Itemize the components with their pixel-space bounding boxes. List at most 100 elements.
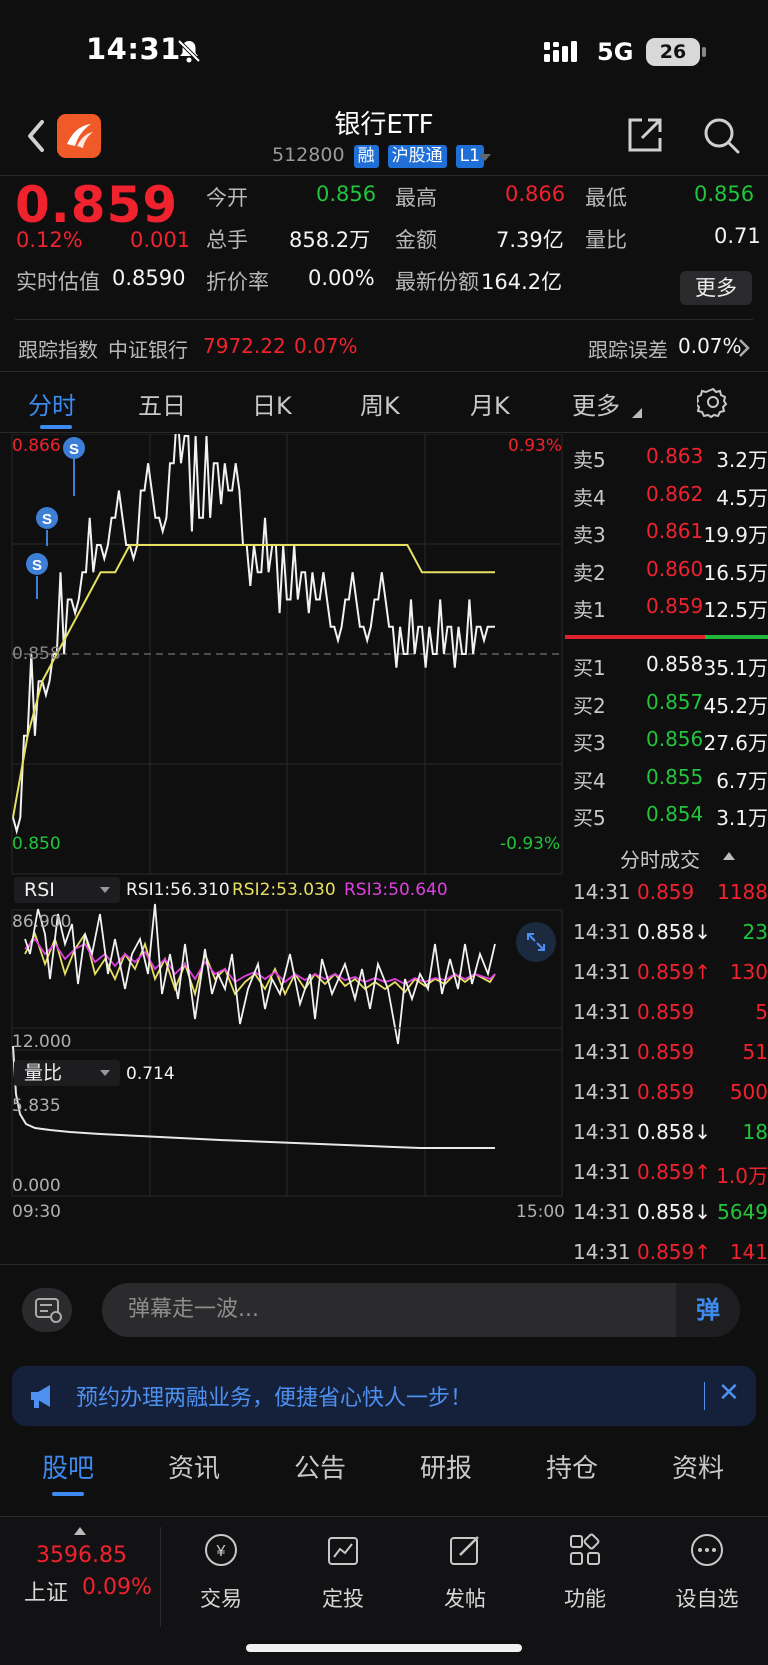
level-volume: 3.2万 [716, 448, 768, 472]
ticks-title[interactable]: 分时成交 [620, 844, 700, 873]
vr-axis-max: 5.835 [12, 1096, 61, 1116]
chevron-down-icon[interactable] [479, 154, 491, 161]
order-book-row[interactable]: 卖5 0.863 3.2万 [573, 444, 768, 480]
tick-row: 14:31 0.858↓ 23 [573, 920, 768, 956]
trade-button[interactable]: ¥ 交易 [176, 1531, 266, 1613]
tick-row: 14:31 0.859 5 [573, 1000, 768, 1036]
amount-value: 7.39亿 [496, 228, 564, 252]
order-book-row[interactable]: 买2 0.857 45.2万 [573, 690, 768, 726]
high-value: 0.866 [505, 182, 566, 206]
banner-divider [704, 1382, 705, 1410]
tab-profile[interactable]: 资料 [672, 1448, 724, 1485]
order-book-row[interactable]: 买4 0.855 6.7万 [573, 765, 768, 801]
order-book-row[interactable]: 卖3 0.861 19.9万 [573, 519, 768, 555]
grid-icon [570, 1533, 600, 1565]
tick-row: 14:31 0.859 51 [573, 1040, 768, 1076]
svg-text:S: S [42, 511, 52, 528]
tab-five-day[interactable]: 五日 [138, 386, 186, 421]
rsi-axis-max: 86.900 [12, 912, 72, 932]
close-icon[interactable]: ✕ [718, 1378, 740, 1408]
level-price: 0.859 [646, 594, 704, 619]
tick-price: 0.859↑ [637, 1240, 712, 1264]
level-label: 买2 [573, 693, 606, 718]
tick-volume: 1.0万 [716, 1164, 768, 1188]
ratio-value: 0.71 [714, 224, 761, 248]
tag-margin: 融 [353, 145, 379, 168]
vr-axis-min: 0.000 [12, 1176, 61, 1196]
sell-marker-icon: S [63, 437, 85, 496]
functions-button[interactable]: 功能 [540, 1531, 630, 1613]
change-pct: 0.12% [16, 228, 83, 252]
level-label: 卖5 [573, 448, 606, 472]
axis-price-low: 0.850 [12, 834, 61, 854]
tick-time: 14:31 [573, 1040, 631, 1064]
low-label: 最低 [585, 186, 627, 210]
home-indicator[interactable] [246, 1644, 522, 1652]
level-price: 0.857 [646, 689, 704, 714]
volume-ratio-selector[interactable]: 量比 [14, 1060, 120, 1086]
intraday-chart[interactable]: S S S 0.866 0.93% 0.858 0.850 -0.93% RSI… [0, 434, 565, 1264]
search-icon[interactable] [700, 114, 742, 156]
tab-research[interactable]: 研报 [420, 1448, 472, 1485]
auto-invest-button[interactable]: 定投 [298, 1531, 388, 1613]
share-icon[interactable] [624, 114, 666, 156]
post-button[interactable]: 发帖 [420, 1531, 510, 1613]
volume-label: 总手 [206, 228, 248, 252]
tab-notices[interactable]: 公告 [294, 1448, 346, 1485]
tab-holdings[interactable]: 持仓 [546, 1448, 598, 1485]
chevron-right-icon[interactable] [738, 338, 750, 358]
tab-monthly-k[interactable]: 月K [470, 386, 510, 421]
megaphone-icon [31, 1385, 50, 1408]
tick-volume: 130 [729, 960, 768, 984]
level-label: 卖2 [573, 560, 606, 585]
tick-volume: 5 [755, 1000, 768, 1024]
tick-price: 0.859 [637, 1000, 695, 1024]
tab-intraday[interactable]: 分时 [28, 386, 76, 421]
order-book-row[interactable]: 买1 0.858 35.1万 [573, 652, 768, 688]
tick-volume: 18 [742, 1120, 768, 1144]
tab-daily-k[interactable]: 日K [252, 386, 292, 421]
rsi3-value: RSI3:50.640 [344, 880, 448, 900]
level-volume: 45.2万 [703, 693, 768, 718]
level-label: 买5 [573, 806, 606, 831]
gear-icon[interactable] [697, 386, 729, 418]
order-book-row[interactable]: 买3 0.856 27.6万 [573, 727, 768, 763]
tab-news[interactable]: 资讯 [168, 1448, 220, 1485]
track-label: 跟踪指数 [18, 338, 98, 362]
bottom-toolbar: 3596.85 上证 0.09% ¥ 交易 定投 发帖 功能 设自选 [0, 1516, 768, 1665]
track-index-name[interactable]: 中证银行 [108, 334, 188, 363]
comment-input[interactable]: 弹幕走一波... [102, 1283, 740, 1337]
index-name[interactable]: 上证 [24, 1575, 68, 1607]
svg-text:¥: ¥ [216, 1543, 226, 1560]
add-watchlist-button[interactable]: 设自选 [662, 1531, 752, 1613]
track-index-pct: 0.07% [294, 334, 358, 358]
rsi1-value: RSI1:56.310 [126, 880, 230, 900]
danmaku-send-button[interactable]: 弹 [676, 1283, 740, 1337]
expand-icon[interactable] [516, 922, 556, 962]
amount-label: 金额 [395, 228, 437, 252]
price-line [12, 434, 495, 835]
time-end: 15:00 [516, 1202, 565, 1222]
danmaku-settings-icon[interactable] [22, 1288, 72, 1332]
promo-banner[interactable]: 预约办理两融业务，便捷省心快人一步！ ✕ [12, 1366, 756, 1426]
order-book-row[interactable]: 卖2 0.860 16.5万 [573, 557, 768, 593]
tab-more[interactable]: 更多 [572, 386, 620, 421]
tag-connect: 沪股通 [387, 145, 447, 168]
tracking-error-value: 0.07% [678, 334, 742, 358]
stock-code: 512800 [272, 144, 345, 166]
order-book-row[interactable]: 买5 0.854 3.1万 [573, 802, 768, 838]
tab-weekly-k[interactable]: 周K [360, 386, 400, 421]
shares-value: 164.2亿 [481, 270, 563, 294]
tab-forum[interactable]: 股吧 [42, 1448, 94, 1485]
high-label: 最高 [395, 186, 437, 210]
order-book-row[interactable]: 卖4 0.862 4.5万 [573, 482, 768, 518]
tick-time: 14:31 [573, 1240, 631, 1264]
index-value[interactable]: 3596.85 [36, 1543, 127, 1568]
order-book-row[interactable]: 卖1 0.859 12.5万 [573, 594, 768, 630]
rsi-selector[interactable]: RSI [14, 877, 120, 903]
rsi-axis-min: 12.000 [12, 1032, 72, 1052]
chevron-up-icon[interactable] [723, 852, 735, 860]
status-bar: 14:31 5G 26 [0, 0, 768, 100]
more-button[interactable]: 更多 [680, 271, 752, 305]
iopv-label: 实时估值 [16, 270, 100, 294]
